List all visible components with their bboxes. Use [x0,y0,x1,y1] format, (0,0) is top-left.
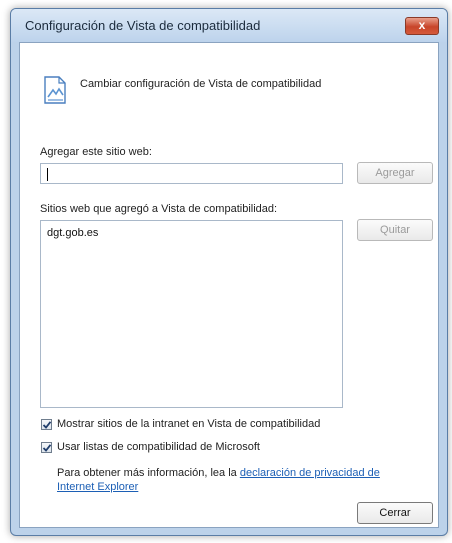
privacy-info-prefix: Para obtener más información, lea la [57,467,237,479]
add-site-button[interactable]: Agregar [357,162,433,184]
add-site-label: Agregar este sitio web: [40,146,152,158]
dialog-header-text: Cambiar configuración de Vista de compat… [80,78,322,90]
intranet-checkbox-label[interactable]: Mostrar sitios de la intranet en Vista d… [57,418,320,430]
privacy-statement-link-part1[interactable]: declaración de privacidad de [240,467,380,479]
add-site-input[interactable] [40,163,343,184]
privacy-info-text: Para obtener más información, lea la dec… [57,466,380,494]
dialog-content: Cambiar configuración de Vista de compat… [19,42,439,528]
checkmark-icon [42,444,52,452]
intranet-checkbox[interactable] [41,419,52,430]
checkmark-icon [42,421,52,429]
window-title: Configuración de Vista de compatibilidad [25,18,261,33]
remove-site-button[interactable]: Quitar [357,219,433,241]
close-button[interactable]: Cerrar [357,502,433,524]
added-sites-label: Sitios web que agregó a Vista de compati… [40,203,278,215]
privacy-statement-link-part2[interactable]: Internet Explorer [57,481,138,493]
added-sites-list[interactable]: dgt.gob.es [40,220,343,408]
compatibility-view-dialog: Configuración de Vista de compatibilidad… [10,8,448,536]
title-bar[interactable]: Configuración de Vista de compatibilidad… [11,9,447,42]
close-window-button[interactable]: x [405,17,439,35]
microsoft-lists-checkbox-label[interactable]: Usar listas de compatibilidad de Microso… [57,441,260,453]
list-item[interactable]: dgt.gob.es [47,227,98,239]
text-caret [47,168,48,181]
microsoft-lists-checkbox[interactable] [41,442,52,453]
compatibility-view-icon [42,75,68,105]
